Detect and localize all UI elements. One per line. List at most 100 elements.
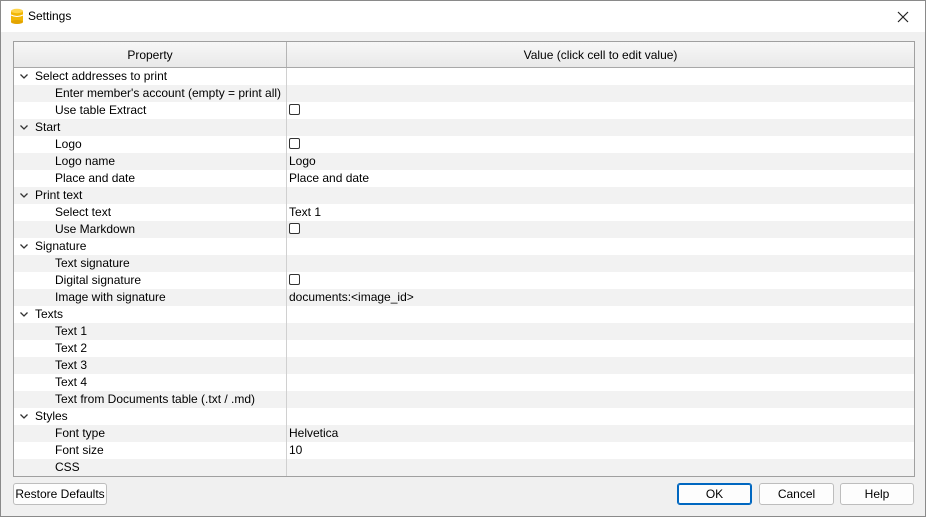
checkbox[interactable] (289, 223, 300, 234)
settings-dialog: Settings Property Value (click cell to e… (0, 0, 926, 517)
value-cell[interactable]: Logo (287, 153, 914, 170)
property-row[interactable]: Enter member's account (empty = print al… (14, 85, 914, 102)
property-label: Styles (35, 409, 68, 423)
property-cell: Digital signature (14, 272, 287, 289)
value-cell[interactable] (287, 374, 914, 391)
chevron-down-icon[interactable] (19, 412, 29, 421)
close-button[interactable] (881, 1, 925, 32)
property-row[interactable]: Font type Helvetica (14, 425, 914, 442)
property-label: Text from Documents table (.txt / .md) (55, 392, 256, 406)
property-row[interactable]: Image with signature documents:<image_id> (14, 289, 914, 306)
value-cell[interactable] (287, 255, 914, 272)
value-cell[interactable] (287, 323, 914, 340)
property-label: Font type (55, 426, 106, 440)
property-cell: Signature (14, 238, 287, 255)
property-cell: Select addresses to print (14, 68, 287, 85)
chevron-down-icon[interactable] (19, 72, 29, 81)
property-cell: Text from Documents table (.txt / .md) (14, 391, 287, 408)
property-row[interactable]: Text 4 (14, 374, 914, 391)
property-label: Digital signature (55, 273, 142, 287)
property-cell: Styles (14, 408, 287, 425)
property-row[interactable]: Text 2 (14, 340, 914, 357)
property-cell: Use Markdown (14, 221, 287, 238)
value-cell[interactable]: Place and date (287, 170, 914, 187)
checkbox[interactable] (289, 274, 300, 285)
value-text: Logo (289, 154, 316, 168)
checkbox[interactable] (289, 104, 300, 115)
property-row[interactable]: Logo name Logo (14, 153, 914, 170)
property-label: Text 3 (55, 358, 88, 372)
value-cell[interactable]: Text 1 (287, 204, 914, 221)
value-cell[interactable] (287, 340, 914, 357)
chevron-down-icon[interactable] (19, 242, 29, 251)
property-label: Logo name (55, 154, 116, 168)
restore-defaults-button[interactable]: Restore Defaults (13, 483, 107, 505)
property-cell: Font size (14, 442, 287, 459)
close-icon (897, 11, 909, 22)
property-label: Select addresses to print (35, 69, 168, 83)
property-row[interactable]: Use table Extract (14, 102, 914, 119)
property-cell: Enter member's account (empty = print al… (14, 85, 287, 102)
property-label: Image with signature (55, 290, 166, 304)
property-row[interactable]: Text 1 (14, 323, 914, 340)
property-row[interactable]: Place and date Place and date (14, 170, 914, 187)
property-row[interactable]: Digital signature (14, 272, 914, 289)
property-row[interactable]: Text from Documents table (.txt / .md) (14, 391, 914, 408)
value-cell[interactable] (287, 391, 914, 408)
property-row[interactable]: Text signature (14, 255, 914, 272)
property-cell: Text signature (14, 255, 287, 272)
property-group-row[interactable]: Print text (14, 187, 914, 204)
window-title: Settings (28, 9, 72, 23)
value-text: 10 (289, 443, 303, 457)
property-label: Text 2 (55, 341, 88, 355)
help-button[interactable]: Help (840, 483, 914, 505)
value-cell[interactable]: 10 (287, 442, 914, 459)
property-row[interactable]: CSS (14, 459, 914, 476)
value-cell[interactable] (287, 136, 914, 153)
property-row[interactable]: Text 3 (14, 357, 914, 374)
property-group-row[interactable]: Styles (14, 408, 914, 425)
value-cell (287, 306, 914, 323)
property-label: Enter member's account (empty = print al… (55, 86, 282, 100)
value-cell[interactable] (287, 85, 914, 102)
property-group-row[interactable]: Signature (14, 238, 914, 255)
chevron-down-icon[interactable] (19, 123, 29, 132)
value-cell (287, 408, 914, 425)
cancel-button[interactable]: Cancel (759, 483, 834, 505)
value-cell[interactable] (287, 102, 914, 119)
value-cell[interactable] (287, 272, 914, 289)
property-row[interactable]: Select text Text 1 (14, 204, 914, 221)
property-row[interactable]: Font size 10 (14, 442, 914, 459)
property-cell: Font type (14, 425, 287, 442)
property-group-row[interactable]: Start (14, 119, 914, 136)
property-cell: Print text (14, 187, 287, 204)
checkbox[interactable] (289, 138, 300, 149)
value-cell[interactable] (287, 221, 914, 238)
property-label: Text signature (55, 256, 130, 270)
value-cell[interactable] (287, 357, 914, 374)
property-rows: Select addresses to print Enter member's … (14, 68, 914, 476)
property-label: Font size (55, 443, 104, 457)
value-cell[interactable]: documents:<image_id> (287, 289, 914, 306)
grid-header: Property Value (click cell to edit value… (14, 42, 914, 68)
chevron-down-icon[interactable] (19, 191, 29, 200)
property-label: Text 1 (55, 324, 88, 338)
chevron-down-icon[interactable] (19, 310, 29, 319)
title-bar: Settings (1, 1, 925, 32)
property-cell: Text 4 (14, 374, 287, 391)
property-label: Text 4 (55, 375, 88, 389)
database-cylinder-icon (10, 8, 24, 24)
column-header-value[interactable]: Value (click cell to edit value) (287, 42, 914, 67)
property-row[interactable]: Use Markdown (14, 221, 914, 238)
value-cell[interactable] (287, 459, 914, 476)
property-cell: Logo name (14, 153, 287, 170)
ok-button[interactable]: OK (677, 483, 752, 505)
property-cell: Text 3 (14, 357, 287, 374)
property-row[interactable]: Logo (14, 136, 914, 153)
column-header-property[interactable]: Property (14, 42, 287, 67)
property-group-row[interactable]: Texts (14, 306, 914, 323)
property-group-row[interactable]: Select addresses to print (14, 68, 914, 85)
value-text: Helvetica (289, 426, 339, 440)
value-cell[interactable]: Helvetica (287, 425, 914, 442)
property-label: Start (35, 120, 61, 134)
